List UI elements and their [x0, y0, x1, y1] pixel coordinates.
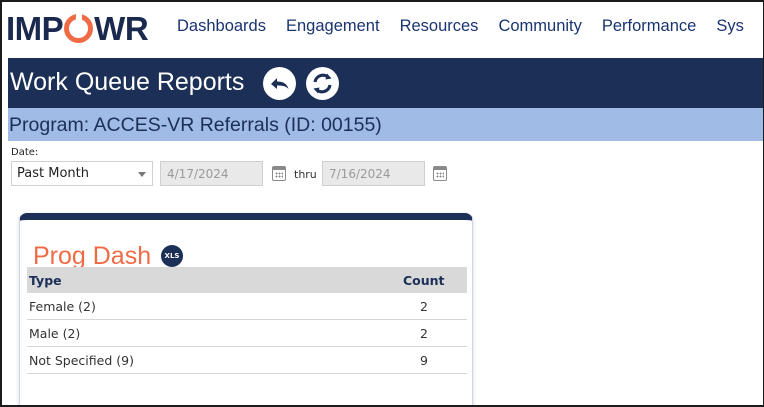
report-table: Type Count Female (2) 2 Male (2) 2 Not S…	[27, 267, 467, 374]
thru-label: thru	[294, 168, 317, 181]
chevron-down-icon	[138, 172, 146, 177]
program-bar: Program: ACCES-VR Referrals (ID: 00155)	[8, 108, 763, 141]
date-period-select[interactable]: Past Month	[11, 161, 153, 186]
table-row: Male (2) 2	[27, 320, 467, 347]
back-button[interactable]	[263, 67, 296, 100]
xls-export-button[interactable]: XLS	[161, 245, 183, 267]
calendar-icon[interactable]	[433, 166, 447, 181]
top-nav: IMP WR Dashboards Engagement Resources Commu…	[2, 2, 763, 57]
page-title: Work Queue Reports	[10, 68, 245, 96]
refresh-button[interactable]	[306, 67, 339, 100]
impowr-logo[interactable]: IMP WR	[6, 10, 149, 47]
date-period-value: Past Month	[17, 166, 89, 181]
refresh-icon	[313, 73, 332, 94]
nav-item-engagement[interactable]: Engagement	[286, 17, 380, 36]
end-date-input[interactable]: 7/16/2024	[322, 161, 425, 186]
date-label: Date:	[11, 147, 39, 158]
table-row: Female (2) 2	[27, 293, 467, 320]
row-count: 9	[420, 353, 428, 368]
undo-arrow-icon	[271, 78, 289, 89]
row-type: Not Specified (9)	[29, 353, 134, 368]
column-header-type: Type	[29, 273, 62, 288]
page-header: Work Queue Reports	[8, 58, 763, 108]
column-header-count: Count	[403, 273, 445, 288]
logo-text-right: WR	[94, 10, 149, 47]
nav-item-system[interactable]: Sys	[716, 17, 744, 36]
row-count: 2	[420, 299, 428, 314]
nav-menu: Dashboards Engagement Resources Community Pe…	[177, 17, 763, 36]
logo-text-left: IMP	[6, 10, 64, 47]
logo-power-icon	[64, 12, 94, 43]
nav-item-community[interactable]: Community	[498, 17, 581, 36]
app-frame: IMP WR Dashboards Engagement Resources Commu…	[0, 0, 764, 407]
row-type: Female (2)	[29, 299, 96, 314]
table-row: Not Specified (9) 9	[27, 347, 467, 374]
start-date-input[interactable]: 4/17/2024	[160, 161, 263, 186]
prog-dash-card: Prog Dash XLS Type Count Female (2) 2 Ma…	[19, 213, 473, 405]
table-header: Type Count	[27, 267, 467, 293]
calendar-icon[interactable]	[272, 166, 286, 181]
nav-item-resources[interactable]: Resources	[400, 17, 479, 36]
nav-item-dashboards[interactable]: Dashboards	[177, 17, 266, 36]
row-count: 2	[420, 326, 428, 341]
row-type: Male (2)	[29, 326, 81, 341]
program-label: Program: ACCES-VR Referrals (ID: 00155)	[9, 114, 382, 136]
nav-item-performance[interactable]: Performance	[602, 17, 696, 36]
